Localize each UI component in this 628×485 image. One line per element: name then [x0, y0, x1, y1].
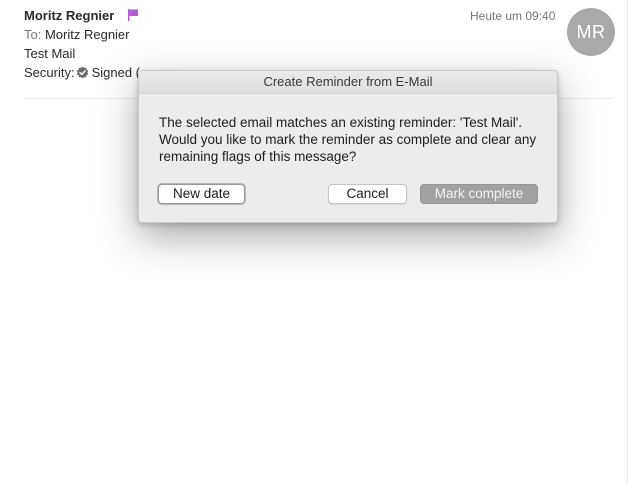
security-status[interactable]: Signed (	[92, 65, 140, 80]
dialog-title: Create Reminder from E-Mail	[139, 71, 557, 94]
recipient-name[interactable]: Moritz Regnier	[45, 27, 130, 42]
cancel-button[interactable]: Cancel	[328, 184, 407, 204]
to-label: To:	[24, 27, 42, 42]
avatar: MR	[567, 8, 615, 56]
sender-name[interactable]: Moritz Regnier	[24, 8, 114, 23]
to-row: To: Moritz Regnier	[24, 27, 130, 42]
new-date-button[interactable]: New date	[158, 184, 245, 204]
dialog-message: The selected email matches an existing r…	[159, 115, 537, 164]
message-datetime: Heute um 09:40	[470, 9, 556, 23]
security-row: Security: Signed (	[24, 65, 140, 80]
mail-viewer: Moritz Regnier Heute um 09:40 MR To: Mor…	[0, 0, 628, 485]
security-label: Security:	[24, 65, 75, 80]
verified-badge-icon[interactable]	[76, 66, 89, 79]
message-subject: Test Mail	[24, 46, 76, 61]
create-reminder-dialog: Create Reminder from E-Mail The selected…	[138, 70, 558, 223]
mark-complete-button[interactable]: Mark complete	[420, 184, 538, 204]
flag-icon[interactable]	[126, 8, 140, 22]
